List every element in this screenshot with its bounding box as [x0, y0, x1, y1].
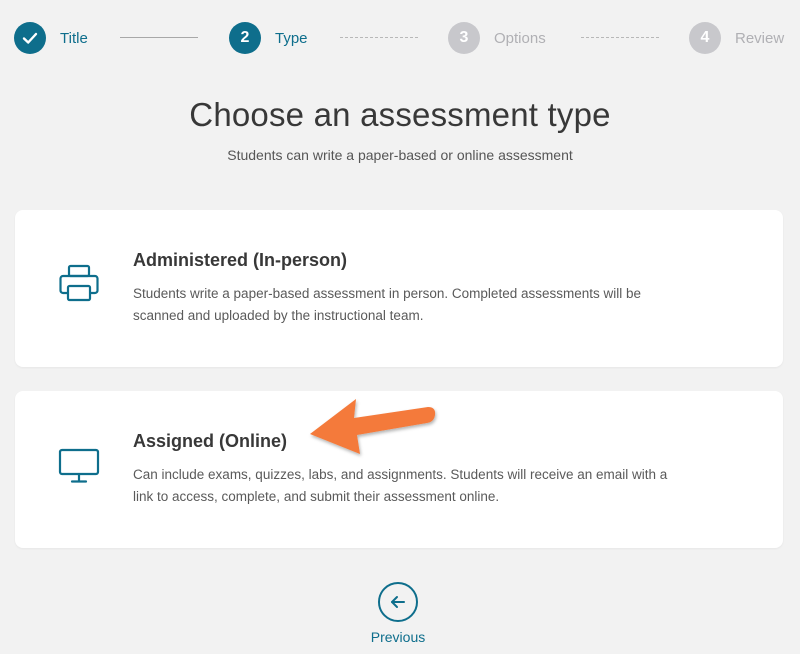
option-title: Administered (In-person) — [133, 250, 348, 270]
option-description: Can include exams, quizzes, labs, and as… — [133, 467, 668, 504]
arrow-left-icon — [391, 596, 405, 608]
option-card-assigned[interactable]: Assigned (Online) Can include exams, qui… — [15, 391, 783, 548]
page-subtitle: Students can write a paper-based or onli… — [227, 147, 573, 163]
option-card-administered[interactable]: Administered (In-person) Students write … — [15, 210, 783, 367]
step-connector — [120, 37, 198, 38]
option-description: Students write a paper-based assessment … — [133, 286, 642, 323]
step-number-4: 4 — [689, 22, 721, 54]
previous-label[interactable]: Previous — [348, 629, 448, 645]
step-label-title: Title — [60, 29, 88, 47]
step-options[interactable]: 3 Options — [448, 22, 546, 54]
printer-icon — [57, 262, 101, 306]
step-number-2: 2 — [229, 22, 261, 54]
step-type[interactable]: 2 Type — [229, 22, 308, 54]
step-label-type: Type — [275, 29, 308, 47]
monitor-icon — [57, 443, 101, 487]
step-label-options: Options — [494, 29, 546, 47]
step-title[interactable]: Title — [14, 22, 88, 54]
step-connector — [581, 37, 659, 38]
check-icon — [14, 22, 46, 54]
step-label-review: Review — [735, 29, 785, 47]
progress-stepper: Title 2 Type 3 Options 4 Review — [0, 0, 800, 74]
step-number-3: 3 — [448, 22, 480, 54]
option-title: Assigned (Online) — [133, 431, 288, 451]
step-review[interactable]: 4 Review — [689, 22, 784, 54]
step-connector — [340, 37, 418, 38]
page-title: Choose an assessment type — [189, 96, 611, 133]
previous-button[interactable] — [378, 582, 418, 622]
